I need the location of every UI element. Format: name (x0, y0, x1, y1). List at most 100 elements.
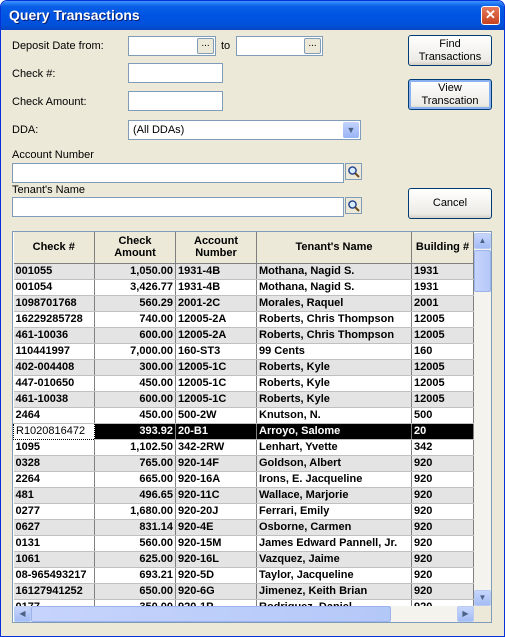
check-number-cell[interactable]: 481 (13, 487, 95, 504)
building-number-cell[interactable]: 12005 (411, 359, 474, 376)
tenant-name-cell[interactable]: Roberts, Kyle (256, 359, 412, 376)
account-number-cell[interactable]: 920-5D (175, 567, 257, 584)
table-row[interactable]: 481 496.65 920-11C Wallace, Marjorie 920 (13, 487, 474, 504)
check-number-cell[interactable]: 16127941252 (13, 583, 95, 600)
scroll-left-icon[interactable]: ◀ (14, 606, 31, 622)
tenant-name-cell[interactable]: Osborne, Carmen (256, 519, 412, 536)
column-header-check-amount[interactable]: Check Amount (94, 232, 176, 264)
check-amount-cell[interactable]: 693.21 (94, 567, 176, 584)
date-from-picker-button[interactable]: ... (197, 38, 214, 54)
tenant-name-cell[interactable]: Arroyo, Salome (256, 423, 412, 440)
tenant-name-cell[interactable]: Roberts, Chris Thompson (256, 311, 412, 328)
view-transaction-button[interactable]: View Transcation (408, 79, 492, 110)
tenant-name-cell[interactable]: James Edward Pannell, Jr. (256, 535, 412, 552)
column-header-building-number[interactable]: Building # (411, 232, 474, 264)
check-amount-cell[interactable]: 1,102.50 (94, 439, 176, 456)
table-row[interactable]: 447-010650 450.00 12005-1C Roberts, Kyle 120… (13, 375, 474, 392)
tenant-name-cell[interactable]: Roberts, Kyle (256, 391, 412, 408)
horizontal-scroll-thumb[interactable] (31, 606, 391, 622)
tenant-name-cell[interactable]: Irons, E. Jacqueline (256, 471, 412, 488)
account-number-cell[interactable]: 920-16A (175, 471, 257, 488)
check-number-cell[interactable]: 0627 (13, 519, 95, 536)
tenant-name-cell[interactable]: Taylor, Jacqueline (256, 567, 412, 584)
account-number-cell[interactable]: 12005-2A (175, 327, 257, 344)
check-amount-cell[interactable]: 765.00 (94, 455, 176, 472)
account-number-cell[interactable]: 920-4E (175, 519, 257, 536)
date-to-picker-button[interactable]: ... (304, 38, 321, 54)
tenant-name-cell[interactable]: Knutson, N. (256, 407, 412, 424)
table-row[interactable]: 0131 560.00 920-15M James Edward Pannell, J… (13, 535, 474, 552)
tenant-name-cell[interactable]: Ferrari, Emily (256, 503, 412, 520)
check-amount-cell[interactable]: 560.29 (94, 295, 176, 312)
table-row[interactable]: 461-10038 600.00 12005-1C Roberts, Kyle 1200… (13, 391, 474, 408)
column-header-check-number[interactable]: Check # (13, 232, 95, 264)
account-number-cell[interactable]: 2001-2C (175, 295, 257, 312)
tenant-name-cell[interactable]: Morales, Raquel (256, 295, 412, 312)
account-number-cell[interactable]: 12005-1C (175, 391, 257, 408)
table-row[interactable]: 0328 765.00 920-14F Goldson, Albert 920 (13, 455, 474, 472)
building-number-cell[interactable]: 920 (411, 487, 474, 504)
table-row[interactable]: 110441997 7,000.00 160-ST3 99 Cents 160 (13, 343, 474, 360)
table-row[interactable]: 402-004408 300.00 12005-1C Roberts, Kyle 120… (13, 359, 474, 376)
table-row[interactable]: 08-965493217 693.21 920-5D Taylor, Jacqueli… (13, 567, 474, 584)
tenant-name-cell[interactable]: Goldson, Albert (256, 455, 412, 472)
check-amount-cell[interactable]: 496.65 (94, 487, 176, 504)
check-number-cell[interactable]: 0277 (13, 503, 95, 520)
building-number-cell[interactable]: 920 (411, 567, 474, 584)
transactions-grid[interactable]: Check # Check Amount Account Number Tena… (12, 231, 492, 623)
check-number-cell[interactable]: 001055 (13, 263, 95, 280)
scroll-right-icon[interactable]: ▶ (457, 606, 474, 622)
check-amount-cell[interactable]: 600.00 (94, 327, 176, 344)
account-number-cell[interactable]: 500-2W (175, 407, 257, 424)
check-number-cell[interactable]: 110441997 (13, 343, 95, 360)
tenant-name-cell[interactable]: Wallace, Marjorie (256, 487, 412, 504)
tenant-name-cell[interactable]: Jimenez, Keith Brian (256, 583, 412, 600)
table-row[interactable]: R1020816472 393.92 20-B1 Arroyo, Salome 20 (13, 422, 474, 440)
check-number-cell[interactable]: 461-10038 (13, 391, 95, 408)
table-row[interactable]: 16127941252 650.00 920-6G Jimenez, Keith Br… (13, 583, 474, 600)
table-row[interactable]: 0627 831.14 920-4E Osborne, Carmen 920 (13, 519, 474, 536)
building-number-cell[interactable]: 920 (411, 455, 474, 472)
tenant-name-cell[interactable]: 99 Cents (256, 343, 412, 360)
table-row[interactable]: 1061 625.00 920-16L Vazquez, Jaime 920 (13, 551, 474, 568)
check-number-cell[interactable]: 16229285728 (13, 311, 95, 328)
check-amount-cell[interactable]: 393.92 (94, 423, 176, 440)
check-number-cell[interactable]: 08-965493217 (13, 567, 95, 584)
check-amount-cell[interactable]: 300.00 (94, 359, 176, 376)
table-row[interactable]: 1095 1,102.50 342-2RW Lenhart, Yvette 342 (13, 439, 474, 456)
check-amount-cell[interactable]: 450.00 (94, 375, 176, 392)
dda-select[interactable]: (All DDAs) ▼ (128, 120, 361, 140)
check-number-cell[interactable]: 1095 (13, 439, 95, 456)
check-amount-cell[interactable]: 1,050.00 (94, 263, 176, 280)
deposit-date-to-field[interactable]: ... (236, 36, 323, 56)
tenant-name-cell[interactable]: Roberts, Kyle (256, 375, 412, 392)
building-number-cell[interactable]: 920 (411, 519, 474, 536)
check-amount-cell[interactable]: 450.00 (94, 407, 176, 424)
check-number-cell[interactable]: 2264 (13, 471, 95, 488)
check-number-cell[interactable]: 0328 (13, 455, 95, 472)
check-number-cell[interactable]: 0131 (13, 535, 95, 552)
account-number-cell[interactable]: 342-2RW (175, 439, 257, 456)
table-row[interactable]: 2464 450.00 500-2W Knutson, N. 500 (13, 407, 474, 424)
building-number-cell[interactable]: 920 (411, 503, 474, 520)
tenants-name-input[interactable] (12, 197, 344, 217)
building-number-cell[interactable]: 500 (411, 407, 474, 424)
check-amount-cell[interactable]: 600.00 (94, 391, 176, 408)
check-number-input[interactable] (128, 63, 223, 83)
table-row[interactable]: 001054 3,426.77 1931-4B Mothana, Nagid S. 19… (13, 279, 474, 296)
table-row[interactable]: 2264 665.00 920-16A Irons, E. Jacqueline 920 (13, 471, 474, 488)
building-number-cell[interactable]: 2001 (411, 295, 474, 312)
check-number-cell[interactable]: 461-10036 (13, 327, 95, 344)
building-number-cell[interactable]: 12005 (411, 375, 474, 392)
building-number-cell[interactable]: 920 (411, 535, 474, 552)
building-number-cell[interactable]: 12005 (411, 327, 474, 344)
account-number-cell[interactable]: 920-16L (175, 551, 257, 568)
building-number-cell[interactable]: 920 (411, 583, 474, 600)
table-row[interactable]: 461-10036 600.00 12005-2A Roberts, Chris Th… (13, 327, 474, 344)
building-number-cell[interactable]: 12005 (411, 391, 474, 408)
account-number-cell[interactable]: 20-B1 (175, 423, 257, 440)
column-header-account-number[interactable]: Account Number (175, 232, 257, 264)
table-row[interactable]: 16229285728 740.00 12005-2A Roberts, Chris … (13, 311, 474, 328)
deposit-date-from-field[interactable]: ... (128, 36, 216, 56)
account-number-cell[interactable]: 920-15M (175, 535, 257, 552)
